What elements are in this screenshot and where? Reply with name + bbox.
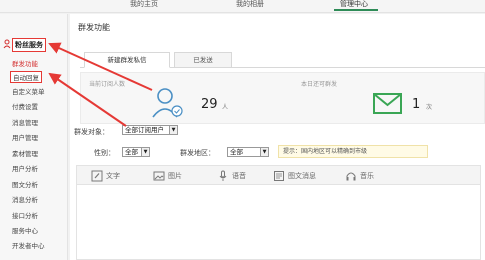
target-select[interactable]: 全部订阅用户 ▼ — [122, 125, 178, 135]
sidebar-item-auto-reply[interactable]: 自动回复 — [10, 71, 42, 83]
nav-admin-center[interactable]: 管理中心 — [340, 0, 368, 9]
region-label: 群发地区： — [180, 149, 215, 157]
chevron-down-icon: ▼ — [169, 126, 177, 134]
microphone-icon — [219, 170, 227, 181]
tool-article[interactable]: 图文消息 — [273, 170, 327, 182]
tool-article-label: 图文消息 — [288, 172, 316, 180]
sidebar-item-article-analysis[interactable]: 图文分析 — [12, 179, 38, 189]
sidebar-item-messages[interactable]: 消息管理 — [12, 117, 38, 127]
nav-my-album[interactable]: 我的相册 — [236, 0, 264, 9]
region-hint: 提示：国内地区可以精确到市级 — [278, 145, 428, 158]
stats-panel: 当前订阅人数 29 人 本日还可群发 1 次 — [80, 72, 485, 124]
tool-text[interactable]: 文字 — [91, 170, 131, 182]
nav-my-home[interactable]: 我的主页 — [130, 0, 158, 9]
chevron-down-icon: ▼ — [141, 148, 149, 156]
remaining-count: 1 — [412, 97, 421, 112]
tool-text-label: 文字 — [106, 172, 120, 180]
nav-active-indicator — [334, 9, 378, 11]
tool-music[interactable]: 音乐 — [345, 170, 385, 182]
article-icon — [274, 171, 284, 181]
message-editor[interactable] — [76, 185, 481, 260]
tab-sent[interactable]: 已发送 — [174, 52, 232, 68]
sidebar: 粉丝服务 群发功能 自动回复 自定义菜单 付费设置 消息管理 用户管理 素材管理… — [0, 14, 68, 260]
sidebar-section-header: 粉丝服务 — [0, 37, 68, 52]
tab-bar: 新建群发私信 已发送 — [80, 52, 485, 68]
sidebar-item-mass-send[interactable]: 群发功能 — [12, 58, 38, 68]
page-title: 群发功能 — [78, 23, 110, 32]
subscribers-count: 29 — [201, 97, 218, 112]
sidebar-item-message-analysis[interactable]: 消息分析 — [12, 194, 38, 204]
fans-icon — [3, 39, 11, 49]
target-label: 群发对象： — [74, 128, 109, 136]
headphones-icon — [346, 172, 356, 181]
sidebar-section-title[interactable]: 粉丝服务 — [12, 38, 46, 52]
tool-image[interactable]: 图片 — [153, 170, 193, 182]
subscribers-unit: 人 — [222, 104, 229, 111]
remaining-unit: 次 — [426, 104, 433, 111]
top-nav: 我的主页 我的相册 管理中心 — [0, 0, 485, 13]
sidebar-item-developer-center[interactable]: 开发者中心 — [12, 240, 45, 250]
main-panel: 群发功能 新建群发私信 已发送 当前订阅人数 29 人 本日还可群发 1 次 群… — [70, 14, 485, 260]
region-select-value: 全部 — [230, 148, 243, 156]
sidebar-item-custom-menu[interactable]: 自定义菜单 — [12, 86, 45, 96]
image-icon — [153, 171, 165, 181]
gender-label: 性别： — [94, 149, 115, 157]
gender-select[interactable]: 全部 ▼ — [122, 147, 150, 157]
app-root: 我的主页 我的相册 管理中心 粉丝服务 群发功能 自动回复 自定义菜单 付费设置… — [0, 0, 485, 260]
target-select-value: 全部订阅用户 — [125, 126, 164, 134]
envelope-icon — [373, 93, 402, 114]
sidebar-item-payment[interactable]: 付费设置 — [12, 101, 38, 111]
tab-new-mass-message[interactable]: 新建群发私信 — [84, 52, 170, 68]
tool-voice-label: 语音 — [232, 172, 246, 180]
tool-image-label: 图片 — [168, 172, 182, 180]
sidebar-item-service-center[interactable]: 服务中心 — [12, 225, 38, 235]
content-type-toolbar: 文字 图片 语音 图文消息 音乐 — [76, 165, 481, 185]
tool-music-label: 音乐 — [360, 172, 374, 180]
gender-select-value: 全部 — [125, 148, 138, 156]
sidebar-item-user-analysis[interactable]: 用户分析 — [12, 163, 38, 173]
remaining-label: 本日还可群发 — [301, 81, 338, 88]
subscriber-avatar-icon — [152, 88, 183, 118]
sidebar-item-materials[interactable]: 素材管理 — [12, 148, 38, 158]
subscribers-label: 当前订阅人数 — [89, 81, 126, 88]
tool-voice[interactable]: 语音 — [217, 170, 257, 182]
chevron-down-icon: ▼ — [260, 148, 268, 156]
pencil-icon — [91, 170, 103, 182]
region-select[interactable]: 全部 ▼ — [227, 147, 269, 157]
sidebar-item-api-analysis[interactable]: 接口分析 — [12, 210, 38, 220]
sidebar-item-users[interactable]: 用户管理 — [12, 132, 38, 142]
